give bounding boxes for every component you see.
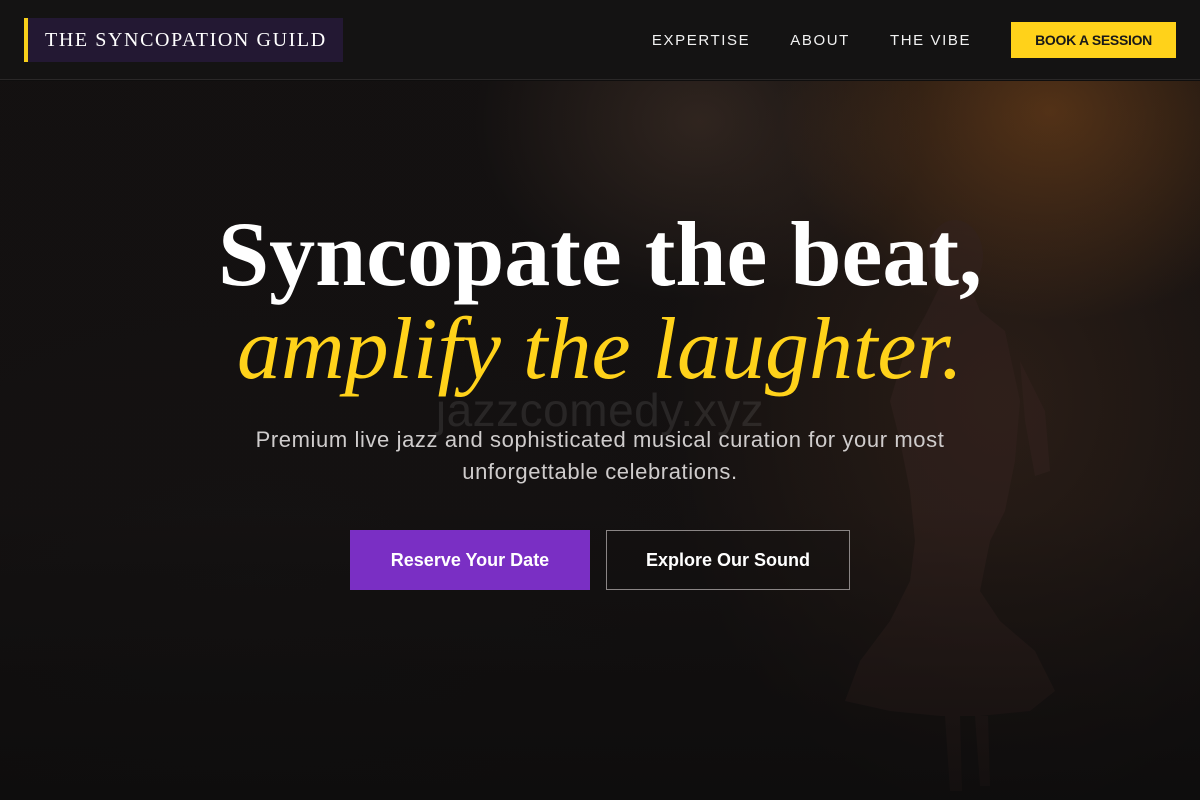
hero-section: jazzcomedy.xyz Syncopate the beat, ampli… — [0, 81, 1200, 800]
explore-sound-button[interactable]: Explore Our Sound — [606, 530, 850, 590]
reserve-date-button[interactable]: Reserve Your Date — [350, 530, 590, 590]
nav-link-expertise[interactable]: EXPERTISE — [652, 32, 750, 49]
main-nav: EXPERTISE ABOUT THE VIBE BOOK A SESSION — [652, 22, 1176, 58]
site-header: THE SYNCOPATION GUILD EXPERTISE ABOUT TH… — [0, 0, 1200, 80]
hero-subtitle: Premium live jazz and sophisticated musi… — [255, 427, 945, 484]
nav-link-about[interactable]: ABOUT — [790, 32, 850, 49]
site-logo[interactable]: THE SYNCOPATION GUILD — [24, 18, 343, 62]
page: THE SYNCOPATION GUILD EXPERTISE ABOUT TH… — [0, 0, 1200, 800]
book-session-button[interactable]: BOOK A SESSION — [1011, 22, 1176, 58]
hero-title: Syncopate the beat, — [217, 203, 983, 305]
hero-title-accent: amplify the laughter. — [237, 301, 963, 398]
nav-link-the-vibe[interactable]: THE VIBE — [890, 32, 971, 49]
